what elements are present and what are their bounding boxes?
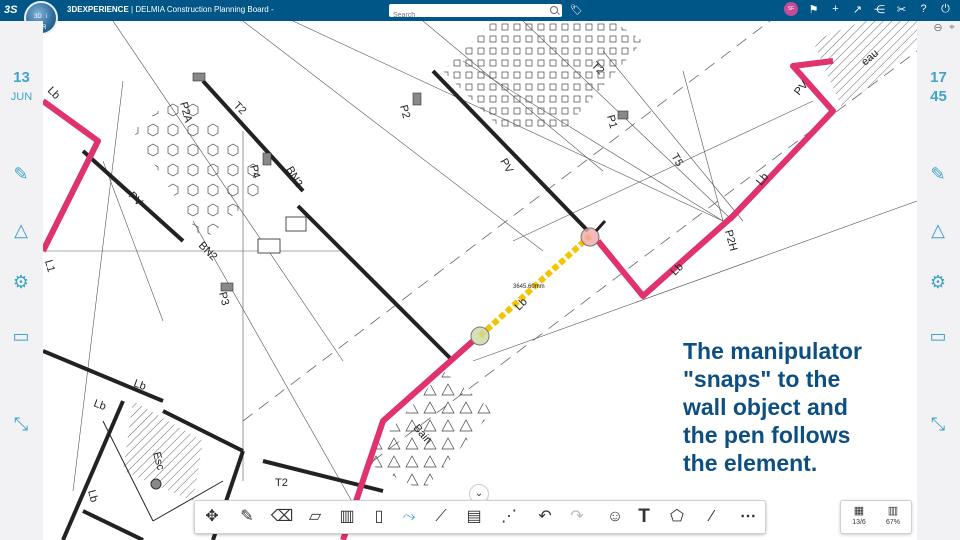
fit-screen-icon[interactable]: ⤡ bbox=[11, 414, 31, 434]
sanitary-boxes bbox=[257, 216, 307, 254]
user-avatar[interactable]: SF bbox=[784, 2, 798, 16]
wall-pen-icon[interactable]: ⤳ bbox=[397, 505, 421, 529]
eraser-icon[interactable]: ⌫ bbox=[270, 505, 294, 529]
svg-text:L1: L1 bbox=[43, 259, 57, 274]
tutorial-caption: The manipulator "snaps" to the wall obje… bbox=[683, 337, 903, 477]
compass-label: i bbox=[46, 14, 48, 20]
ds-logo: 3S bbox=[4, 4, 18, 16]
page-counter-label: 13/6 bbox=[852, 519, 866, 526]
folder-icon[interactable]: ▭ bbox=[11, 326, 31, 346]
search-icon[interactable] bbox=[550, 6, 558, 14]
sticker-icon[interactable]: ☺ bbox=[603, 505, 627, 529]
caption-line: the element. bbox=[683, 450, 818, 476]
layers-icon[interactable]: △ bbox=[11, 220, 31, 240]
share-icon[interactable]: ↗ bbox=[851, 3, 864, 16]
dimension-label: 3645.60mm bbox=[513, 284, 545, 290]
page-info-panel: ▦ 13/6 ▥ 67% bbox=[840, 500, 912, 534]
measure-icon[interactable]: ⟋ bbox=[429, 505, 453, 529]
zoom-level-label: 67% bbox=[885, 519, 900, 526]
svg-text:P1: P1 bbox=[604, 114, 619, 130]
svg-text:Lb: Lb bbox=[45, 85, 62, 102]
caption-line: "snaps" to the bbox=[683, 366, 841, 392]
tag-icon[interactable]: 🏷 bbox=[570, 5, 583, 16]
pencil-icon[interactable]: ✎ bbox=[235, 505, 259, 529]
right-sidebar: ⊖ ⌖ 17 45 ✎ △ ⚙ ▭ ⤡ bbox=[917, 21, 960, 540]
svg-text:Lb: Lb bbox=[85, 489, 100, 504]
svg-text:P2H: P2H bbox=[722, 229, 739, 253]
fit-screen-icon[interactable]: ⤡ bbox=[928, 414, 948, 434]
time-hour: 17 bbox=[930, 69, 947, 86]
page-counter[interactable]: ▦ 13/6 bbox=[842, 503, 876, 526]
settings-icon[interactable]: ⚙ bbox=[11, 272, 31, 292]
tools-icon[interactable]: ✂ bbox=[895, 3, 908, 16]
svg-text:P2: P2 bbox=[397, 104, 412, 120]
svg-text:BN2: BN2 bbox=[283, 165, 304, 190]
chart-icon[interactable]: ⋰ bbox=[497, 505, 521, 529]
move-icon[interactable]: ✥ bbox=[200, 505, 224, 529]
shape-icon[interactable]: ⬠ bbox=[665, 505, 689, 529]
layers-icon[interactable]: △ bbox=[928, 220, 948, 240]
more-icon[interactable]: ⋯ bbox=[736, 505, 760, 529]
settings-icon[interactable]: ⚙ bbox=[928, 272, 948, 292]
date-month: JUN bbox=[10, 91, 33, 103]
help-icon[interactable]: ? bbox=[917, 3, 930, 15]
caption-line: The manipulator bbox=[683, 338, 862, 364]
network-icon[interactable]: ⋲ bbox=[873, 3, 886, 16]
edit-icon[interactable]: ✎ bbox=[11, 164, 31, 184]
marker-icon[interactable]: ∕ bbox=[700, 505, 724, 529]
svg-text:PV: PV bbox=[497, 157, 515, 176]
zoom-icon[interactable]: ⊖ bbox=[931, 21, 945, 35]
caption-line: wall object and bbox=[683, 394, 848, 420]
search-box[interactable] bbox=[389, 4, 562, 22]
bookmark-icon[interactable]: ⚑ bbox=[807, 3, 820, 16]
folder-icon[interactable]: ▭ bbox=[928, 326, 948, 346]
svg-text:T2: T2 bbox=[275, 477, 288, 489]
svg-text:T5: T5 bbox=[668, 152, 685, 169]
drawing-toolbar: ✥ ✎ ⌫ ▱ ▥ ▯ ⤳ ⟋ ▤ ⋰ ↶ ↷ ☺ T ⬠ ∕ ⋯ bbox=[194, 500, 766, 534]
zoom-level[interactable]: ▥ 67% bbox=[876, 503, 910, 526]
svg-text:Lb: Lb bbox=[92, 398, 108, 413]
compass-label: 3D bbox=[34, 14, 42, 20]
map-icon: ▥ bbox=[887, 505, 899, 517]
time-minute: 45 bbox=[930, 88, 947, 105]
sheet-icon[interactable]: ▱ bbox=[303, 505, 327, 529]
clipboard-icon[interactable]: ▤ bbox=[462, 505, 486, 529]
svg-text:BN2: BN2 bbox=[196, 240, 220, 264]
column-icon[interactable]: ▯ bbox=[367, 505, 391, 529]
caption-line: the pen follows bbox=[683, 422, 851, 448]
edit-icon[interactable]: ✎ bbox=[928, 164, 948, 184]
redo-icon[interactable]: ↷ bbox=[565, 505, 589, 529]
app-title: 3DEXPERIENCE | DELMIA Construction Plann… bbox=[67, 5, 274, 14]
date-day: 13 bbox=[13, 69, 30, 86]
column-marker bbox=[150, 478, 162, 490]
manipulator-start-handle[interactable] bbox=[470, 326, 490, 346]
pin-icon[interactable]: ⌖ bbox=[945, 21, 959, 35]
text-icon[interactable]: T bbox=[632, 505, 656, 529]
svg-text:Lb: Lb bbox=[513, 296, 530, 313]
svg-text:P3: P3 bbox=[216, 291, 231, 307]
calendar-icon: ▦ bbox=[853, 505, 865, 517]
svg-text:Lb: Lb bbox=[754, 171, 771, 188]
map-icon[interactable]: ▥ bbox=[335, 505, 359, 529]
undo-icon[interactable]: ↶ bbox=[533, 505, 557, 529]
power-icon[interactable]: ⏻ bbox=[939, 3, 952, 16]
pen-cursor-icon bbox=[594, 219, 607, 233]
left-sidebar: 13 JUN ✎ △ ⚙ ▭ ⤡ bbox=[0, 21, 43, 540]
add-icon[interactable]: + bbox=[829, 3, 842, 15]
top-bar: 3S 3DEXPERIENCE | DELMIA Construction Pl… bbox=[0, 0, 960, 22]
